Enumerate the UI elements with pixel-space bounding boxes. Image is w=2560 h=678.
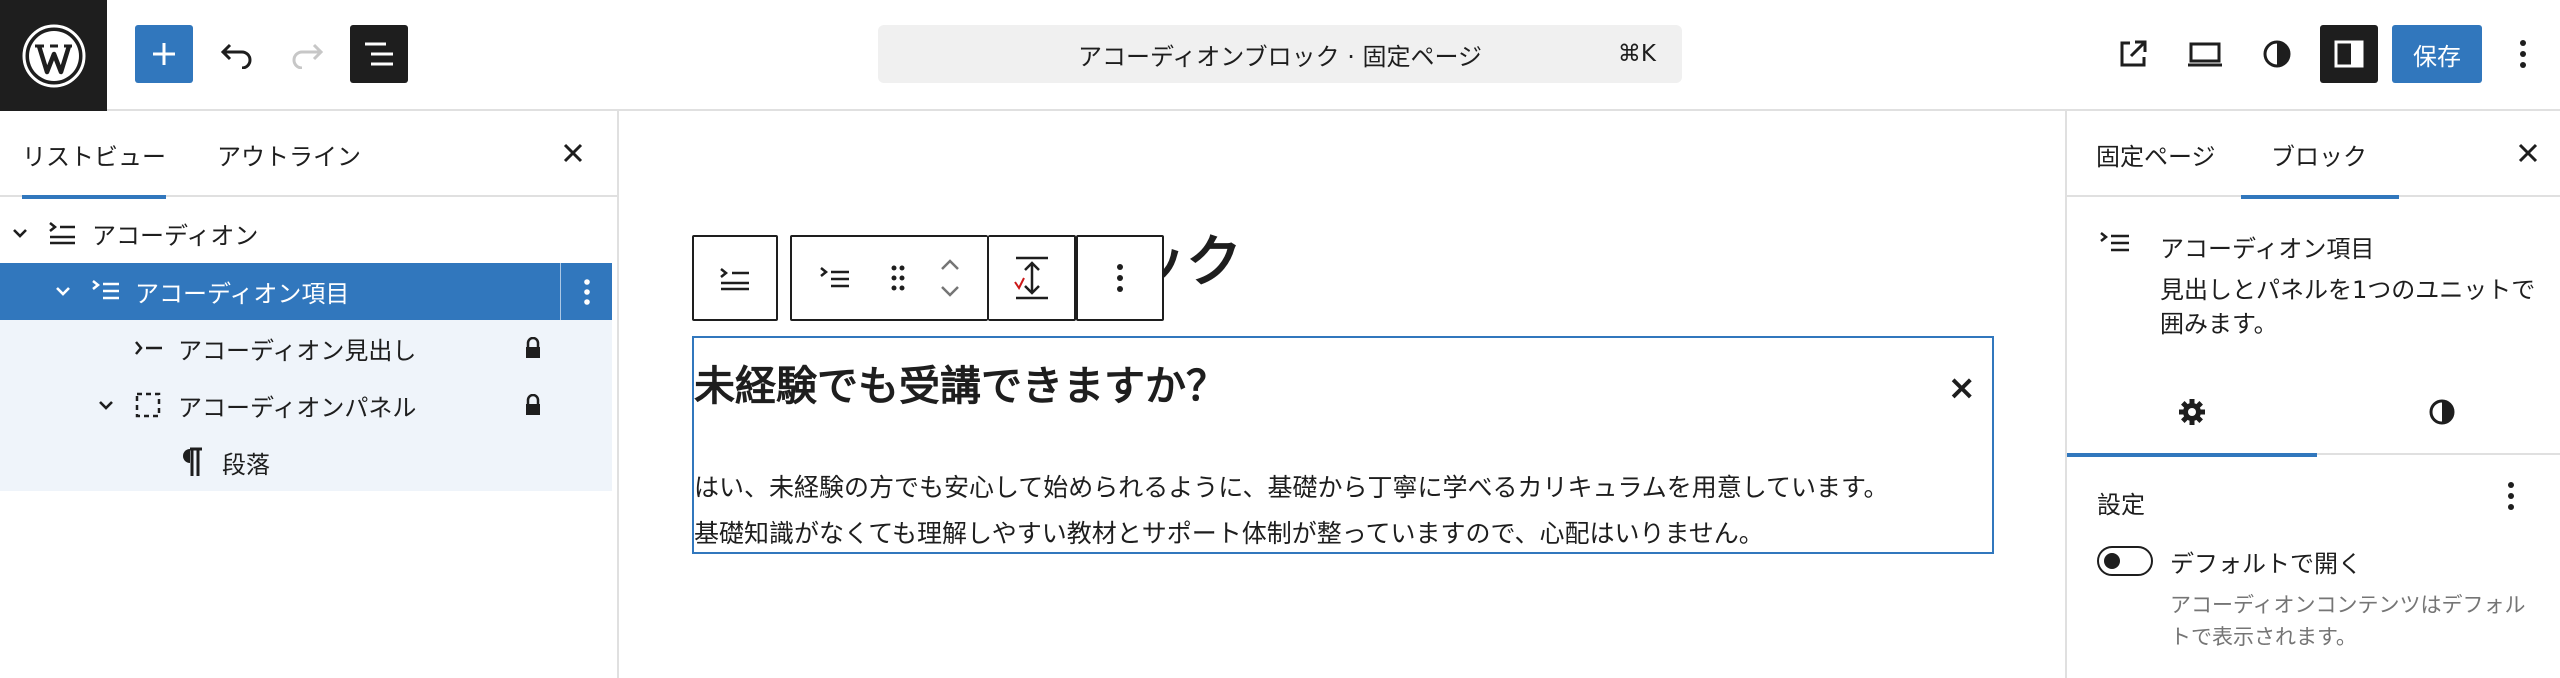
accordion-icon	[720, 268, 749, 291]
redo-icon	[292, 43, 324, 69]
view-page-button[interactable]	[2104, 25, 2162, 83]
accordion-heading-icon	[134, 338, 164, 358]
toggle-label: デフォルトで開く	[2170, 550, 2362, 578]
list-item-label: アコーディオンパネル	[178, 394, 417, 422]
accordion-icon	[47, 219, 77, 247]
redo-button[interactable]	[278, 25, 336, 83]
more-vertical-icon	[583, 278, 590, 305]
settings-panel-heading[interactable]: 設定	[2097, 485, 2145, 520]
undo-button[interactable]	[208, 25, 266, 83]
chevron-down-icon[interactable]	[53, 281, 73, 301]
tab-settings[interactable]	[2067, 369, 2317, 457]
list-item-accordion-item[interactable]: アコーディオン項目	[0, 263, 612, 320]
styles-button[interactable]	[2248, 25, 2306, 83]
move-down-icon[interactable]	[938, 283, 962, 299]
block-type-button[interactable]	[792, 237, 878, 319]
tab-page[interactable]: 固定ページ	[2096, 111, 2216, 197]
tab-list-view[interactable]: リストビュー	[22, 111, 166, 199]
drag-handle[interactable]	[878, 237, 918, 319]
plus-icon	[153, 43, 175, 65]
editor-header: アコーディオンブロック · 固定ページ ⌘K 保存	[0, 0, 2560, 111]
wordpress-logo-icon[interactable]	[0, 0, 107, 111]
toggle-knob	[2104, 553, 2120, 569]
tab-outline[interactable]: アウトライン	[217, 111, 361, 197]
paragraph-line-2[interactable]: 基礎知識がなくても理解しやすい教材とサポート体制が整っていますので、心配はいりま…	[694, 514, 1764, 550]
contrast-icon	[2429, 399, 2455, 425]
move-buttons	[918, 237, 982, 319]
toggle-help-text: アコーディオンコンテンツはデフォルトで表示されます。	[2170, 593, 2526, 649]
accordion-toggle-group	[988, 235, 1076, 321]
list-item-label: アコーディオン	[92, 222, 259, 250]
block-mover-group	[790, 235, 988, 321]
select-parent-button[interactable]	[694, 237, 776, 319]
list-item-accordion[interactable]: アコーディオン	[0, 205, 612, 262]
list-item-accordion-panel[interactable]: アコーディオンパネル	[0, 377, 612, 434]
more-options-group	[1076, 235, 1164, 321]
command-shortcut: ⌘K	[1617, 41, 1656, 67]
inspector-tabs	[2067, 369, 2560, 457]
accordion-heading-text[interactable]: 未経験でも受講できますか？	[694, 352, 1227, 412]
settings-tabs: 固定ページ ブロック	[2067, 111, 2560, 199]
chevron-down-icon[interactable]	[10, 223, 30, 243]
contrast-icon	[2263, 40, 2291, 68]
external-link-icon	[2120, 40, 2147, 67]
accordion-item-block[interactable]: 未経験でも受講できますか？ × はい、未経験の方でも安心して始められるように、基…	[692, 336, 1994, 554]
options-button[interactable]	[2494, 25, 2552, 83]
close-list-view-button[interactable]	[551, 131, 595, 175]
accordion-item-icon	[820, 267, 849, 288]
list-view-icon	[365, 42, 393, 66]
more-vertical-icon	[2520, 40, 2526, 68]
list-item-paragraph[interactable]: 段落	[0, 434, 612, 491]
list-view-panel: リストビュー アウトライン アコーディオン アコーディオン項目 アコーディオン見…	[0, 111, 619, 678]
close-settings-button[interactable]	[2506, 131, 2550, 175]
drag-handle-icon	[891, 265, 905, 291]
accordion-item-icon	[91, 277, 121, 305]
block-card-title: アコーディオン項目	[2160, 235, 2375, 263]
sidebar-icon	[2334, 40, 2364, 68]
paragraph-line-1[interactable]: はい、未経験の方でも安心して始められるように、基礎から丁寧に学べるカリキュラムを…	[694, 468, 1889, 504]
accordion-toggle-icon[interactable]: ×	[1948, 368, 1977, 408]
list-item-label: アコーディオン項目	[135, 280, 350, 308]
document-overview-button[interactable]	[350, 25, 408, 83]
settings-options-button[interactable]	[2507, 481, 2515, 515]
more-vertical-icon	[1117, 264, 1123, 292]
toggle-open-button[interactable]	[989, 237, 1074, 319]
lock-icon	[524, 393, 542, 422]
lock-icon	[524, 336, 542, 365]
list-item-accordion-heading[interactable]: アコーディオン見出し	[0, 320, 612, 377]
tab-block[interactable]: ブロック	[2241, 111, 2399, 199]
block-options-button[interactable]	[1078, 237, 1162, 319]
chevron-down-icon[interactable]	[96, 395, 116, 415]
more-vertical-icon	[2508, 482, 2514, 510]
open-by-default-toggle[interactable]	[2097, 546, 2153, 576]
settings-sidebar: 固定ページ ブロック アコーディオン項目 見出しとパネルを1つのユニットで囲みま…	[2065, 111, 2560, 678]
expand-vertical-icon	[1013, 256, 1048, 300]
add-block-button[interactable]	[135, 25, 193, 83]
close-icon	[2518, 143, 2538, 163]
close-icon	[563, 143, 583, 163]
list-item-label: アコーディオン見出し	[178, 337, 417, 365]
block-parent-group	[692, 235, 778, 321]
preview-button[interactable]	[2176, 25, 2234, 83]
tab-styles[interactable]	[2317, 369, 2560, 455]
block-card-description: 見出しとパネルを1つのユニットで囲みます。	[2160, 276, 2536, 338]
block-options-button[interactable]	[560, 263, 612, 320]
document-title: アコーディオンブロック · 固定ページ	[1077, 42, 1482, 71]
accordion-panel-icon	[134, 391, 162, 419]
gear-icon	[2179, 399, 2205, 425]
accordion-item-icon	[2099, 229, 2131, 261]
paragraph-icon	[178, 446, 204, 478]
list-item-label: 段落	[222, 451, 270, 479]
save-button[interactable]: 保存	[2392, 25, 2482, 83]
block-toolbar	[692, 235, 1164, 321]
desktop-icon	[2188, 42, 2222, 67]
move-up-icon[interactable]	[938, 257, 962, 273]
undo-icon	[220, 43, 252, 69]
settings-button[interactable]	[2320, 25, 2378, 83]
command-palette-bar[interactable]: アコーディオンブロック · 固定ページ ⌘K	[878, 25, 1682, 83]
list-view-tabs: リストビュー アウトライン	[0, 111, 617, 199]
